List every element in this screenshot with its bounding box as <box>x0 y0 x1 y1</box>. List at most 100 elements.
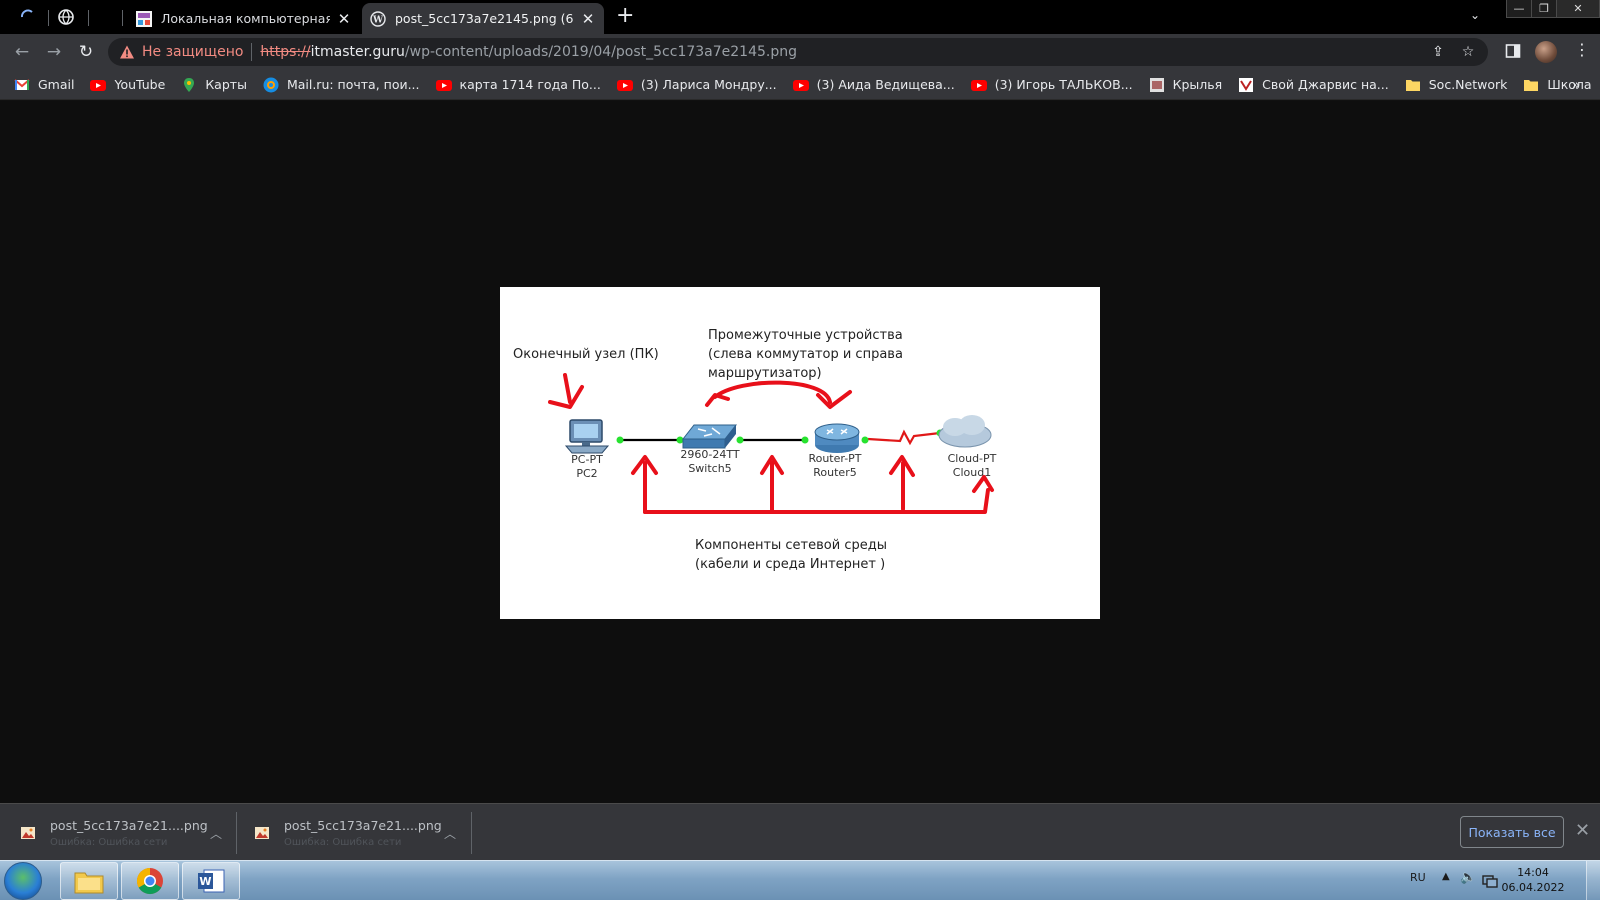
share-icon[interactable]: ⇪ <box>1430 44 1446 60</box>
folder-explorer-icon <box>74 872 104 894</box>
show-desktop-button[interactable] <box>1586 861 1600 900</box>
wordpress-icon: W <box>370 10 386 27</box>
link-light <box>736 436 744 444</box>
gmail-icon <box>14 78 30 90</box>
switch-device-icon <box>681 424 738 449</box>
device-type-router: Router-PT <box>808 452 861 465</box>
tray-expand-icon[interactable]: ▲ <box>1442 871 1450 882</box>
download-status: Ошибка: Ошибка сети <box>50 837 168 848</box>
windows-taskbar: W RU ▲ 🔈 14:04 06.04.2022 <box>0 860 1600 900</box>
bookmark-krylya[interactable]: Крылья <box>1149 77 1222 93</box>
tab-strip: Локальная компьютерная сеть: ✕ W post_5c… <box>0 0 1600 34</box>
url-scheme: https:// <box>260 44 311 60</box>
warning-triangle-icon <box>120 45 134 59</box>
system-clock[interactable]: 14:04 06.04.2022 <box>1498 865 1568 895</box>
bookmark-youtube-video[interactable]: (3) Аида Ведищева... <box>792 77 955 93</box>
url-host: itmaster.guru <box>310 44 405 60</box>
minimize-icon[interactable]: — <box>1506 0 1532 18</box>
label-intermediate-line3: маршрутизатор) <box>708 366 822 381</box>
close-shelf-icon[interactable]: ✕ <box>1575 820 1590 841</box>
tab-close-icon[interactable]: ✕ <box>336 10 352 28</box>
tab-close-icon[interactable]: ✕ <box>580 10 596 28</box>
bookmark-youtube-video[interactable]: (3) Лариса Мондру... <box>616 77 777 93</box>
bookmark-folder-socnetwork[interactable]: Soc.Network <box>1405 77 1508 93</box>
bookmark-youtube[interactable]: YouTube <box>90 77 165 93</box>
device-type-cloud: Cloud-PT <box>948 452 997 465</box>
download-filename: post_5cc173a7e21....png <box>284 818 442 833</box>
arrow-to-switch-head <box>705 393 730 407</box>
word-icon: W <box>198 869 225 893</box>
folder-icon <box>1405 79 1420 91</box>
browser-toolbar: ← → ↻ Не защищено https://itmaster.guru/… <box>0 34 1600 70</box>
download-item[interactable]: post_5cc173a7e21....png Ошибка: Ошибка с… <box>20 812 226 854</box>
start-button[interactable] <box>4 862 42 900</box>
bookmarks-bar: Gmail YouTube Карты Mail.ru: почта, пои.… <box>0 70 1600 100</box>
tab-search-chevron-down-icon[interactable]: ⌄ <box>1470 8 1480 22</box>
bookmark-youtube-video[interactable]: карта 1714 года По... <box>435 77 601 93</box>
arrow-to-pc <box>563 373 572 404</box>
language-indicator[interactable]: RU <box>1410 871 1426 884</box>
label-end-node: Оконечный узел (ПК) <box>513 347 659 362</box>
chevron-up-icon[interactable]: ︿ <box>444 825 460 842</box>
taskbar-explorer[interactable] <box>60 862 118 900</box>
volume-icon[interactable]: 🔈 <box>1460 870 1476 885</box>
tab-image-post[interactable]: W post_5cc173a7e2145.png (600×3 ✕ <box>362 3 604 34</box>
bookmark-label: Mail.ru: почта, пои... <box>286 77 420 92</box>
tab-local-network-article[interactable]: Локальная компьютерная сеть: ✕ <box>128 3 360 34</box>
displayed-image[interactable]: Оконечный узел (ПК) Промежуточные устрой… <box>500 287 1100 619</box>
bookmark-label: (3) Аида Ведищева... <box>816 77 955 92</box>
bookmark-label: Soc.Network <box>1428 77 1508 92</box>
network-tray-icon[interactable] <box>1482 873 1498 889</box>
bookmark-gmail[interactable]: Gmail <box>14 77 74 93</box>
bookmark-maps[interactable]: Карты <box>181 77 247 93</box>
youtube-icon <box>792 79 809 91</box>
bookmark-star-icon[interactable]: ☆ <box>1460 44 1476 60</box>
arrow-components-base <box>643 488 990 514</box>
download-item[interactable]: post_5cc173a7e21....png Ошибка: Ошибка с… <box>254 812 460 854</box>
reload-icon[interactable]: ↻ <box>76 42 96 62</box>
profile-avatar[interactable] <box>1535 41 1557 63</box>
device-name-pc: PC2 <box>576 467 597 480</box>
network-diagram: Оконечный узел (ПК) Промежуточные устрой… <box>513 328 997 572</box>
mailru-icon <box>263 77 279 92</box>
bookmark-youtube-video[interactable]: (3) Игорь ТАЛЬКОВ... <box>970 77 1133 93</box>
not-secure-label[interactable]: Не защищено <box>142 44 243 60</box>
new-tab-plus-icon[interactable]: + <box>616 5 634 27</box>
tab-title: post_5cc173a7e2145.png (600×3 <box>395 11 574 26</box>
serial-cable-router-cloud <box>867 429 941 446</box>
chevron-up-icon[interactable]: ︿ <box>210 825 226 842</box>
taskbar-chrome[interactable] <box>121 862 179 900</box>
bookmark-mailru[interactable]: Mail.ru: почта, пои... <box>263 77 420 93</box>
url-path: /wp-content/uploads/2019/04/post_5cc173a… <box>404 44 797 60</box>
device-name-switch: Switch5 <box>688 462 731 475</box>
show-all-downloads-button[interactable]: Показать все <box>1460 816 1564 848</box>
forward-arrow-icon[interactable]: → <box>44 42 64 62</box>
more-bookmarks-chevron-icon[interactable]: » <box>1572 78 1580 93</box>
device-name-router: Router5 <box>813 466 856 479</box>
side-panel-icon[interactable] <box>1505 43 1521 59</box>
bookmark-jarvis[interactable]: Свой Джарвис на... <box>1238 77 1389 93</box>
download-meta: post_5cc173a7e21....png Ошибка: Ошибка с… <box>50 818 208 848</box>
chrome-icon <box>136 867 163 895</box>
folder-icon <box>1524 79 1539 91</box>
bookmark-label: Школа <box>1547 77 1592 92</box>
link-light <box>676 436 684 444</box>
site-icon <box>1239 77 1254 92</box>
url-text[interactable]: https://itmaster.guru/wp-content/uploads… <box>260 44 797 60</box>
restore-icon[interactable]: ❐ <box>1531 0 1557 18</box>
tab-separator <box>122 10 123 26</box>
bookmark-label: Карты <box>205 77 247 92</box>
pc-device-icon <box>564 419 610 454</box>
bookmark-folder-school[interactable]: Школа <box>1523 77 1592 93</box>
more-menu-icon[interactable]: ⋮ <box>1574 40 1590 59</box>
address-bar[interactable]: Не защищено https://itmaster.guru/wp-con… <box>108 38 1488 66</box>
tab-separator <box>88 10 89 26</box>
window-close-icon[interactable]: ✕ <box>1556 0 1600 18</box>
bookmark-label: Свой Джарвис на... <box>1262 77 1389 92</box>
image-file-icon <box>255 827 269 839</box>
globe-icon[interactable] <box>56 7 76 27</box>
download-separator <box>236 812 237 854</box>
back-arrow-icon[interactable]: ← <box>12 42 32 62</box>
taskbar-word[interactable]: W <box>182 862 240 900</box>
download-shelf: post_5cc173a7e21....png Ошибка: Ошибка с… <box>0 803 1600 860</box>
